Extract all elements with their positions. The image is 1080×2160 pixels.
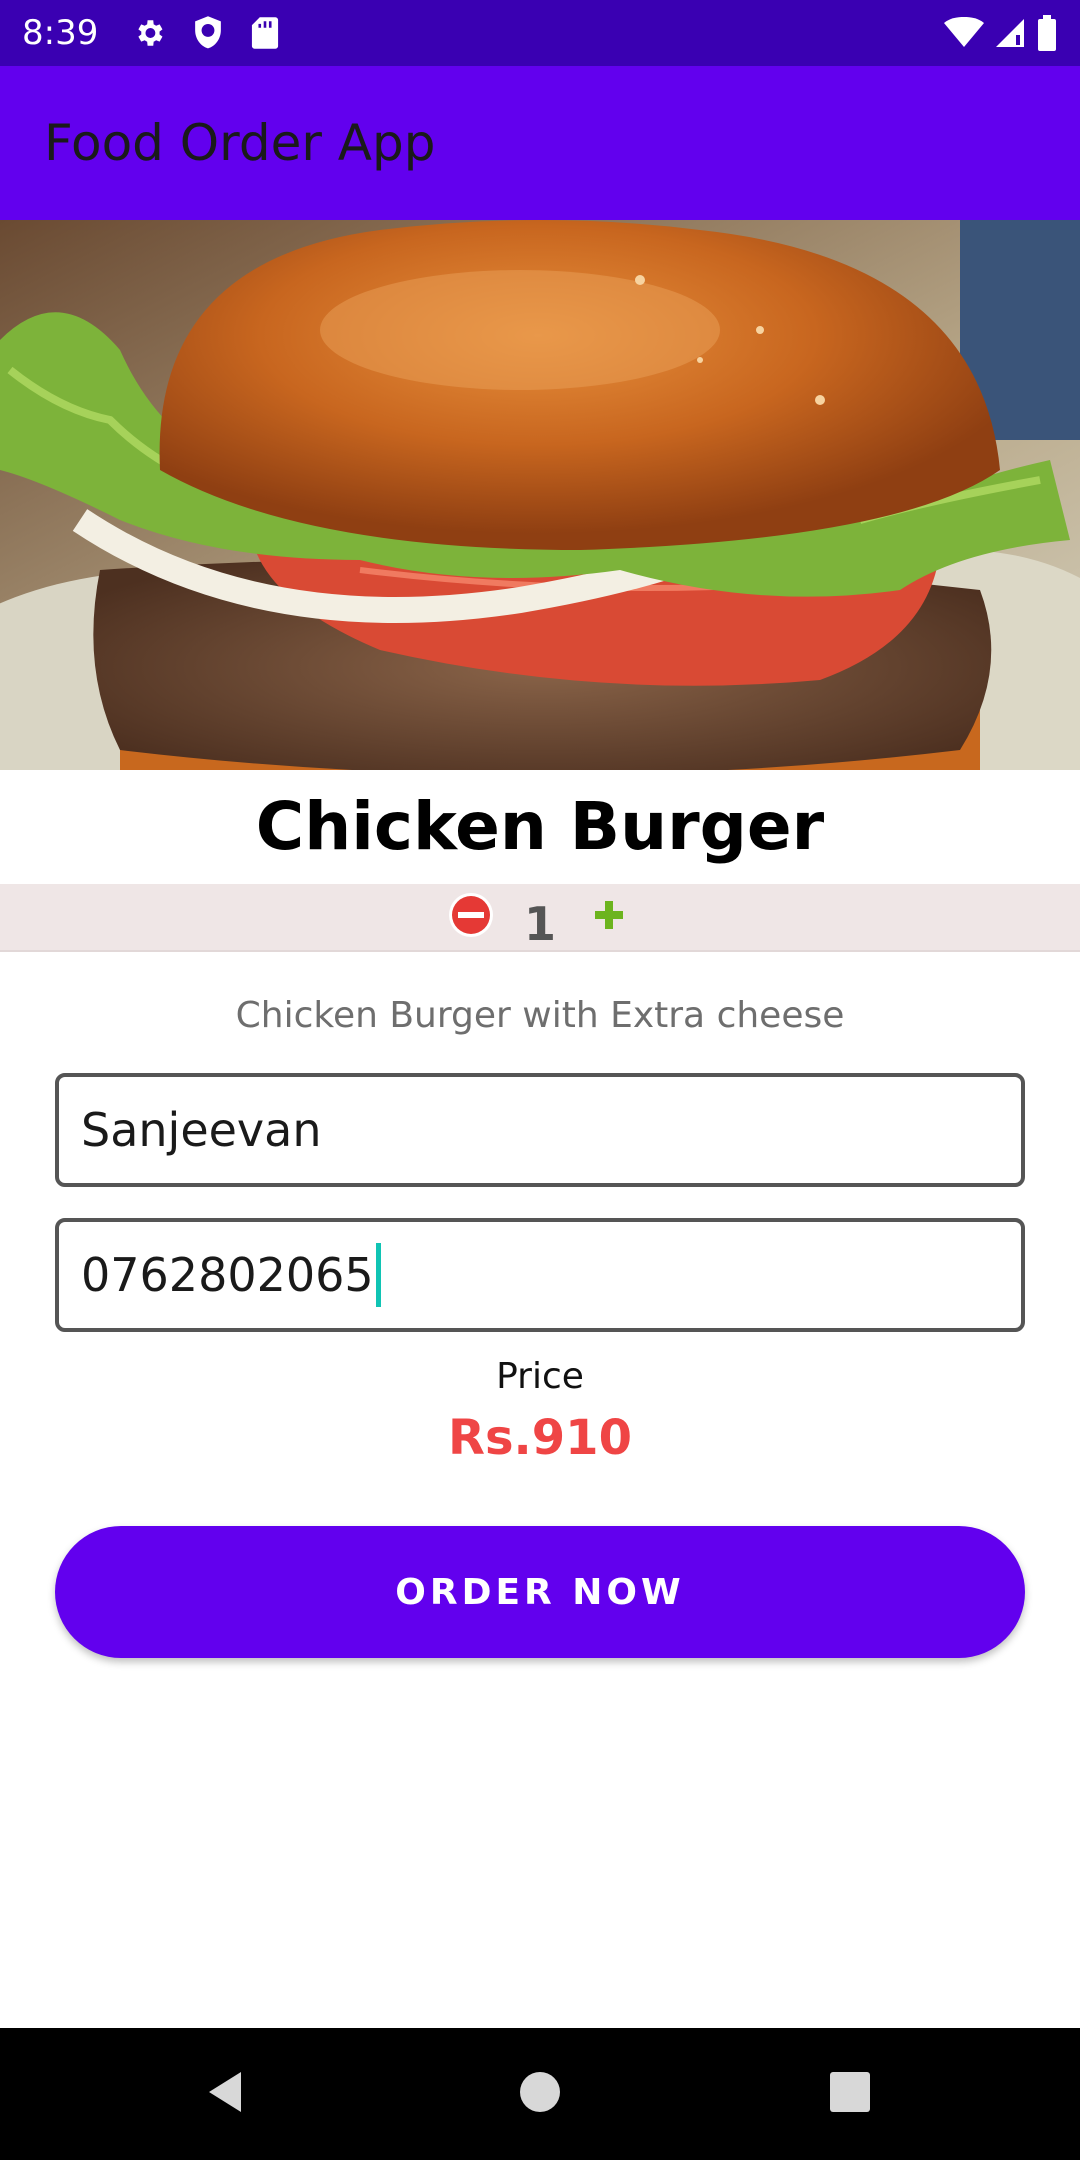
- minus-circle-icon: [447, 891, 495, 944]
- app-title: Food Order App: [44, 114, 436, 172]
- nav-recents-button[interactable]: [805, 2028, 895, 2160]
- status-time: 8:39: [22, 13, 99, 53]
- status-left-icons: [132, 15, 280, 51]
- wifi-icon: [944, 17, 984, 49]
- battery-icon: [1036, 15, 1058, 51]
- plus-icon: [589, 895, 629, 940]
- price-value: Rs.910: [448, 1410, 632, 1466]
- gear-icon: [132, 16, 166, 50]
- price-label: Price: [496, 1356, 584, 1397]
- app-bar: Food Order App: [0, 66, 1080, 220]
- food-title: Chicken Burger: [255, 787, 825, 865]
- quantity-stepper: 1: [0, 884, 1080, 952]
- nav-home-button[interactable]: [495, 2028, 585, 2160]
- signal-icon: [994, 17, 1026, 49]
- name-field-value: Sanjeevan: [81, 1103, 322, 1157]
- status-right-icons: [944, 15, 1058, 51]
- recents-icon: [828, 2070, 872, 2119]
- back-icon: [203, 2068, 247, 2121]
- food-description: Chicken Burger with Extra cheese: [235, 995, 845, 1036]
- quantity-value: 1: [523, 897, 556, 951]
- name-field[interactable]: Sanjeevan: [55, 1073, 1025, 1187]
- navigation-bar: [0, 2028, 1080, 2160]
- status-bar: 8:39: [0, 0, 1080, 66]
- sd-card-icon: [250, 16, 280, 50]
- phone-field-value: 0762802065: [81, 1248, 374, 1302]
- text-caret: [375, 1243, 381, 1307]
- decrement-button[interactable]: [447, 891, 495, 944]
- increment-button[interactable]: [585, 893, 633, 941]
- nav-back-button[interactable]: [180, 2028, 270, 2160]
- order-now-button[interactable]: ORDER NOW: [55, 1526, 1025, 1658]
- burger-image: [0, 220, 1080, 770]
- order-now-label: ORDER NOW: [395, 1571, 685, 1613]
- screen: 8:39 Food Order App Chicken Burger 1 Chi…: [0, 0, 1080, 2160]
- shield-icon: [192, 15, 224, 51]
- home-icon: [518, 2070, 562, 2119]
- phone-field[interactable]: 0762802065: [55, 1218, 1025, 1332]
